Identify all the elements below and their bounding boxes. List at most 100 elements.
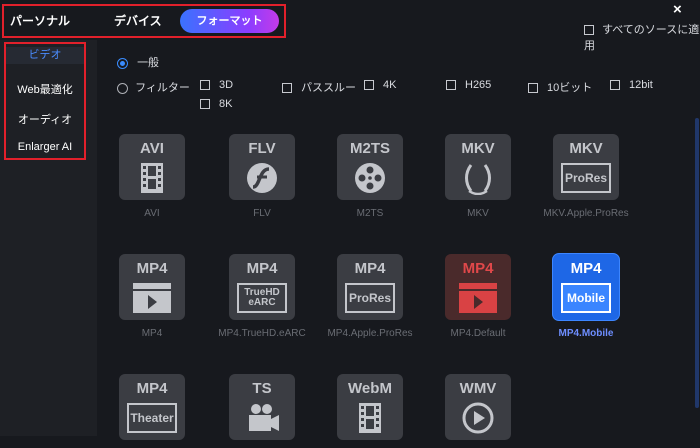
mode-tabs: パーソナル デバイス フォーマット: [2, 4, 286, 38]
format-card[interactable]: AVI AVI: [107, 134, 197, 219]
format-label: FLV: [253, 208, 271, 219]
prores-badge: ProRes: [337, 281, 403, 315]
filter-3d-label: 3D: [219, 79, 234, 91]
format-card[interactable]: MKV MKV: [433, 134, 523, 219]
format-card[interactable]: MP4 MP4.Default: [433, 254, 523, 339]
scrollbar[interactable]: [695, 118, 699, 408]
checkbox-box[interactable]: [282, 83, 292, 94]
format-label: AVI: [144, 208, 160, 219]
filter-passthrough[interactable]: パススルー: [282, 79, 356, 95]
sidebar-item-video[interactable]: ビデオ: [6, 47, 84, 64]
filter-radio[interactable]: フィルター: [117, 79, 190, 95]
close-icon[interactable]: ×: [673, 1, 682, 18]
format-tile[interactable]: MP4 Theater: [119, 374, 185, 440]
sidebar-item-web[interactable]: Web最適化: [6, 81, 84, 97]
checkbox-box[interactable]: [610, 80, 620, 91]
format-card[interactable]: WebM: [325, 374, 415, 448]
camera-icon: [229, 401, 295, 435]
play-circle-icon: [445, 401, 511, 435]
format-tile-title: MP4: [462, 260, 494, 277]
format-card[interactable]: WMV: [433, 374, 523, 448]
tab-personal[interactable]: パーソナル: [10, 12, 70, 29]
filter-10bit[interactable]: 10ビット: [528, 79, 592, 95]
filter-h265[interactable]: H265: [446, 79, 491, 91]
format-tile-title: MKV: [569, 140, 603, 157]
format-label: MP4.Apple.ProRes: [327, 328, 413, 339]
checkbox-box[interactable]: [200, 80, 210, 91]
format-tile[interactable]: MP4 Mobile: [553, 254, 619, 320]
category-list: ビデオ Web最適化 オーディオ Enlarger AI: [4, 42, 86, 160]
checkbox-box[interactable]: [528, 83, 538, 94]
checkbox-box[interactable]: [364, 80, 374, 91]
format-tile-title: MP4: [136, 380, 168, 397]
format-tile[interactable]: MKV ProRes: [553, 134, 619, 200]
format-tile-title: MP4: [570, 260, 602, 277]
tab-device[interactable]: デバイス: [114, 12, 162, 29]
format-card[interactable]: MP4 MP4: [107, 254, 197, 339]
format-card[interactable]: FLV FLV: [217, 134, 307, 219]
top-bar: パーソナル デバイス フォーマット × すべてのソースに適用: [0, 0, 700, 52]
matroska-icon: [445, 161, 511, 196]
sidebar-item-audio[interactable]: オーディオ: [6, 111, 84, 127]
flash-icon: [229, 161, 295, 195]
tab-format[interactable]: フォーマット: [180, 9, 279, 33]
format-tile[interactable]: M2TS: [337, 134, 403, 200]
filter-8k-label: 8K: [219, 98, 233, 110]
filter-8k[interactable]: 8K: [200, 98, 232, 110]
theater-badge: Theater: [119, 401, 185, 435]
format-card[interactable]: MP4 Theater: [107, 374, 197, 448]
reel-icon: [337, 161, 403, 195]
format-tile[interactable]: TS: [229, 374, 295, 440]
format-tile-title: MP4: [246, 260, 278, 277]
format-tile[interactable]: MP4: [445, 254, 511, 320]
filter-passthrough-label: パススルー: [301, 82, 356, 94]
checkbox-box[interactable]: [200, 99, 210, 110]
format-card[interactable]: M2TS M2TS: [325, 134, 415, 219]
truehd-badge: TrueHD eARC: [229, 281, 295, 315]
filter-3d[interactable]: 3D: [200, 79, 233, 91]
filter-4k-label: 4K: [383, 79, 397, 91]
checkbox-box[interactable]: [584, 25, 594, 36]
format-tile[interactable]: MKV: [445, 134, 511, 200]
format-card[interactable]: MP4 ProRes MP4.Apple.ProRes: [325, 254, 415, 339]
play-screen-icon: [445, 281, 511, 315]
filter-4k[interactable]: 4K: [364, 79, 396, 91]
filter-h265-label: H265: [465, 79, 492, 91]
radio-unselected[interactable]: [117, 82, 128, 94]
radio-selected[interactable]: [117, 57, 128, 69]
format-label: MKV: [467, 208, 489, 219]
format-tile-title: MP4: [136, 260, 168, 277]
film-icon: [337, 401, 403, 435]
format-card[interactable]: MP4 Mobile MP4.Mobile: [541, 254, 631, 339]
format-tile-title: FLV: [248, 140, 276, 157]
format-tile-title: MP4: [354, 260, 386, 277]
format-tile[interactable]: AVI: [119, 134, 185, 200]
format-label: MKV.Apple.ProRes: [543, 208, 629, 219]
filter-12bit[interactable]: 12bit: [610, 79, 653, 91]
format-tile[interactable]: FLV: [229, 134, 295, 200]
format-label: MP4.TrueHD.eARC: [218, 328, 306, 339]
format-card[interactable]: MKV ProRes MKV.Apple.ProRes: [541, 134, 631, 219]
sidebar-item-enlarger[interactable]: Enlarger AI: [6, 141, 84, 153]
format-card[interactable]: TS: [217, 374, 307, 448]
format-tile-title: WebM: [348, 380, 392, 397]
format-tile[interactable]: MP4: [119, 254, 185, 320]
format-tile-title: M2TS: [349, 140, 390, 157]
format-panel: 一般 フィルター 3D パススルー 4K H265 10ビット 12bit 8K…: [97, 40, 700, 440]
format-label: MP4: [141, 328, 163, 339]
checkbox-box[interactable]: [446, 80, 456, 91]
format-tile[interactable]: MP4 TrueHD eARC: [229, 254, 295, 320]
filter-label: フィルター: [135, 82, 190, 94]
category-sidebar: ビデオ Web最適化 オーディオ Enlarger AI: [0, 40, 97, 436]
format-tile[interactable]: WebM: [337, 374, 403, 440]
filter-10bit-label: 10ビット: [547, 82, 593, 94]
play-screen-icon: [119, 281, 185, 315]
general-label: 一般: [137, 57, 160, 69]
film-icon: [119, 161, 185, 195]
format-tile[interactable]: MP4 ProRes: [337, 254, 403, 320]
mobile-badge: Mobile: [553, 281, 619, 315]
format-tile[interactable]: WMV: [445, 374, 511, 440]
format-tile-title: TS: [252, 380, 272, 397]
format-card[interactable]: MP4 TrueHD eARC MP4.TrueHD.eARC: [217, 254, 307, 339]
general-radio[interactable]: 一般: [117, 54, 159, 70]
